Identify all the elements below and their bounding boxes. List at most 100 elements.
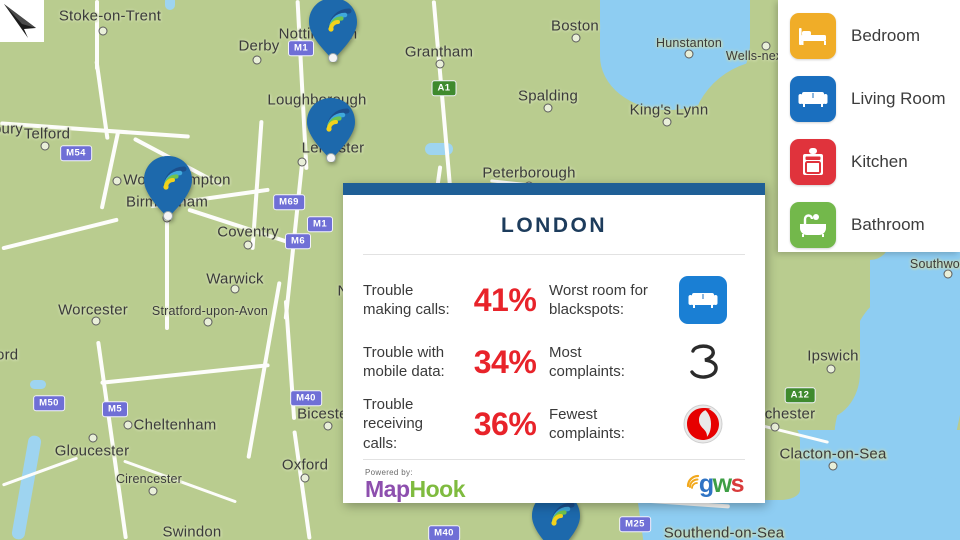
stat-label: Trouble receiving calls: (363, 396, 424, 452)
city-label: bury (0, 120, 23, 138)
road-segment (1, 456, 79, 487)
maphook-logo-map: Map (365, 476, 410, 502)
city-label: ford (0, 346, 19, 364)
stat-right-label: Most complaints: (549, 343, 625, 380)
stat-value: 41% (473, 281, 537, 318)
city-stats-card: LONDON Trouble making calls: 41% Worst roo… (343, 183, 765, 503)
city-dot (684, 49, 694, 59)
city-dot (543, 103, 553, 113)
city-dot (770, 422, 780, 432)
city-dot (148, 486, 158, 496)
city-label: Spalding (518, 87, 578, 105)
signal-pin[interactable] (304, 96, 358, 162)
city-label: Cheltenham (133, 416, 217, 434)
room-legend-panel: Bedroom Living Room Kitchen Bathroom (778, 0, 960, 252)
road-shield: M40 (290, 390, 322, 406)
road-segment (100, 363, 270, 385)
legend-item-living-room[interactable]: Living Room (778, 71, 960, 127)
city-dot (252, 55, 262, 65)
city-dot (98, 26, 108, 36)
road-segment (99, 130, 121, 210)
road-shield: M54 (60, 145, 92, 161)
river-severn (10, 434, 43, 540)
city-label: chester (764, 405, 816, 423)
page-title: LONDON (501, 214, 607, 237)
stat-row: Trouble with mobile data: 34% Most complai… (363, 331, 745, 393)
gws-attribution[interactable]: gws (685, 470, 745, 498)
city-label: King's Lynn (629, 101, 709, 119)
road-shield: A1 (431, 80, 457, 96)
sofa-icon (679, 276, 727, 324)
stat-label: Trouble with mobile data: (363, 343, 445, 380)
signal-pin[interactable] (141, 154, 195, 220)
card-accent-bar (343, 183, 765, 195)
city-label: Peterborough (482, 164, 576, 182)
city-label: Coventry (217, 223, 279, 241)
card-footer: Powered by: MapHook gws (343, 460, 765, 501)
screenshot-root: Stoke-on-TrentDerbyNottinghamGranthamBos… (0, 0, 960, 540)
city-dot (435, 59, 445, 69)
city-dot (571, 33, 581, 43)
city-label: Stratford-upon-Avon (151, 304, 269, 318)
city-label: Ipswich (807, 347, 859, 365)
city-label: Derby (238, 37, 280, 55)
road-shield: M1 (307, 216, 333, 232)
lake-small-a (30, 380, 46, 389)
city-dot (662, 117, 672, 127)
city-dot (323, 421, 333, 431)
road-segment (96, 340, 128, 540)
north-arrow-icon[interactable] (0, 0, 44, 42)
city-label: Southend-on-Sea (663, 524, 785, 540)
stats-list: Trouble making calls: 41% Worst room for b… (343, 255, 765, 455)
signal-pin[interactable] (306, 0, 360, 62)
legend-item-label: Kitchen (851, 152, 908, 171)
city-dot (123, 420, 133, 430)
city-dot (243, 240, 253, 250)
stat-right-label: Fewest complaints: (549, 405, 625, 442)
city-label: Cirencester (115, 472, 183, 486)
legend-item-bathroom[interactable]: Bathroom (778, 197, 960, 253)
legend-item-label: Bathroom (851, 215, 925, 234)
stat-brand-cell (661, 402, 745, 446)
city-label: Hunstanton (656, 36, 722, 50)
stat-brand-cell (661, 276, 745, 324)
city-label: Southwold (909, 257, 960, 271)
city-dot (828, 461, 838, 471)
city-label: Swindon (162, 523, 222, 540)
city-dot (88, 433, 98, 443)
city-dot (112, 176, 122, 186)
city-label: Oxford (281, 456, 329, 474)
maphook-logo: MapHook (365, 478, 465, 501)
city-label: Warwick (206, 270, 264, 288)
maphook-logo-hook: Hook (409, 476, 466, 502)
gws-logo: gws (698, 470, 745, 498)
maphook-attribution[interactable]: Powered by: MapHook (365, 468, 465, 501)
road-shield: M25 (619, 516, 651, 532)
road-segment (292, 430, 312, 540)
city-label: Clacton-on-Sea (779, 445, 887, 463)
road-shield: M5 (102, 401, 128, 417)
three-logo-icon (690, 344, 718, 379)
legend-item-bedroom[interactable]: Bedroom (778, 8, 960, 64)
city-dot (300, 473, 310, 483)
bathtub-icon (790, 202, 836, 248)
stat-right-label: Worst room for blackspots: (549, 281, 648, 318)
stat-value: 34% (473, 343, 537, 380)
legend-item-label: Living Room (851, 89, 946, 108)
legend-item-label: Bedroom (851, 26, 920, 45)
road-shield: M50 (33, 395, 65, 411)
bed-icon (790, 13, 836, 59)
road-shield: A12 (784, 387, 816, 403)
legend-item-kitchen[interactable]: Kitchen (778, 134, 960, 190)
stat-row: Trouble receiving calls: 36% Fewest compla… (363, 393, 745, 455)
city-label: Boston (551, 17, 599, 35)
stat-value: 36% (473, 405, 537, 442)
stove-icon (790, 139, 836, 185)
city-label: Gloucester (54, 442, 130, 460)
road-shield: M69 (273, 194, 305, 210)
city-label: Stoke-on-Trent (58, 7, 162, 25)
sofa-icon (790, 76, 836, 122)
city-dot (40, 141, 50, 151)
city-label: Telford (23, 125, 71, 143)
stat-brand-cell (661, 340, 745, 384)
